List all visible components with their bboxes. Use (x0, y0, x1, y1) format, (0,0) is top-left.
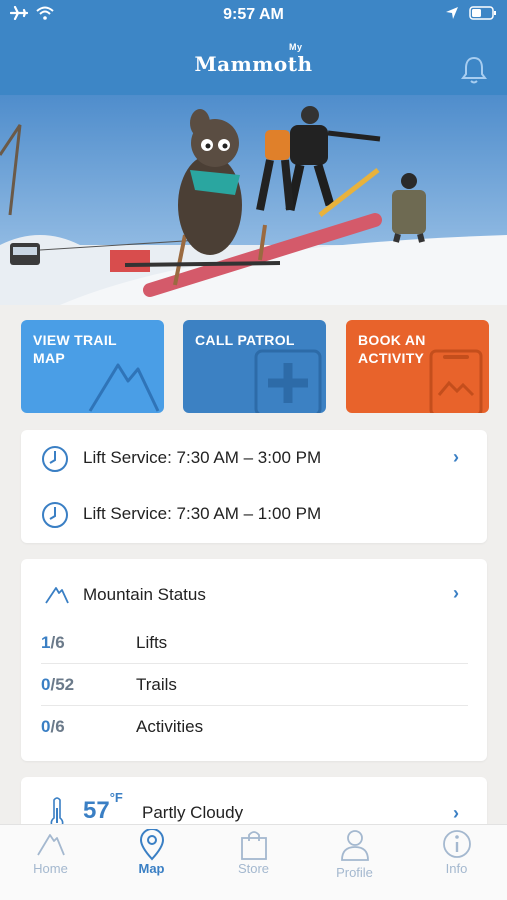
weather-desc: Partly Cloudy (142, 803, 244, 822)
call-patrol-label: CALL PATROL (195, 332, 295, 348)
location-arrow-icon (446, 7, 458, 19)
tab-store[interactable]: Store (203, 825, 304, 900)
status-row-lifts: 1/6 Lifts (41, 633, 168, 652)
tab-profile[interactable]: Profile (304, 825, 405, 900)
chevron-right-icon: › (453, 803, 459, 823)
mountain-status-title: Mountain Status (83, 585, 206, 604)
chevron-right-icon: › (453, 447, 459, 467)
status-row-activities: 0/6 Activities (41, 705, 468, 747)
ticket-icon (429, 349, 483, 413)
book-activity-label: BOOK AN ACTIVITY (358, 332, 426, 366)
status-time: 9:57 AM (223, 6, 284, 23)
lift-service-text: Lift Service: 7:30 AM – 3:00 PM (83, 448, 322, 467)
app-header: 9:57 AM Mammoth My (0, 0, 507, 95)
brand-logo: Mammoth My (194, 42, 313, 76)
profile-icon (341, 830, 369, 861)
chevron-right-icon: › (453, 583, 459, 603)
shopping-bag-icon (241, 831, 267, 860)
mountain-icon (88, 363, 160, 412)
bell-icon[interactable] (461, 55, 487, 85)
status-bar: 9:57 AM (0, 0, 507, 32)
clock-icon (42, 502, 68, 528)
lift-service-card: Lift Service: 7:30 AM – 3:00 PM › Lift S… (21, 430, 487, 543)
first-aid-icon (254, 349, 322, 413)
ski-park-illustration (0, 95, 507, 305)
status-row-trails: 0/52 Trails (41, 663, 468, 705)
info-icon (443, 830, 471, 858)
divider (41, 705, 468, 706)
map-pin-icon (139, 829, 165, 861)
lift-service-row[interactable]: Lift Service: 7:30 AM – 3:00 PM › (21, 438, 487, 478)
book-activity-button[interactable]: BOOK AN ACTIVITY (346, 320, 489, 413)
weather-temp: 57°F (83, 790, 123, 824)
lift-service-text: Lift Service: 7:30 AM – 1:00 PM (83, 504, 322, 523)
tab-bar: Home Map Store Profile Info (0, 824, 507, 900)
mountain-status-card[interactable]: Mountain Status › 1/6 Lifts 0/52 Trails … (21, 559, 487, 761)
clock-icon (42, 446, 68, 472)
hero-photo (0, 95, 507, 305)
lift-service-row: Lift Service: 7:30 AM – 1:00 PM (21, 494, 487, 534)
view-trail-map-button[interactable]: VIEW TRAIL MAP (21, 320, 164, 413)
tab-home[interactable]: Home (0, 825, 101, 900)
mountain-icon (45, 587, 69, 604)
call-patrol-button[interactable]: CALL PATROL (183, 320, 326, 413)
divider (41, 663, 468, 664)
battery-icon (469, 6, 496, 20)
home-icon (37, 834, 65, 856)
tab-map[interactable]: Map (101, 825, 202, 900)
tab-info[interactable]: Info (406, 825, 507, 900)
